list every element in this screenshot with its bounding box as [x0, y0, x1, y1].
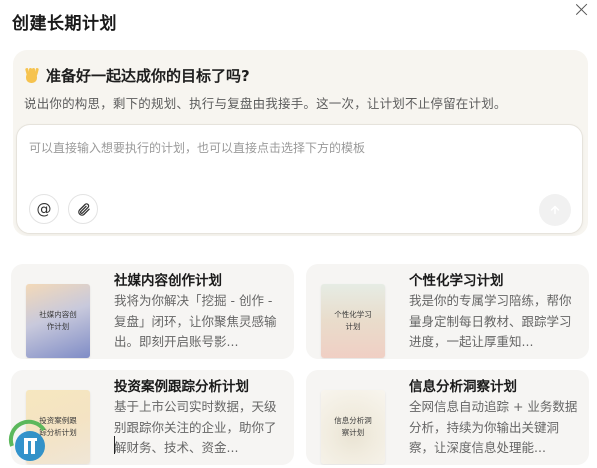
template-card-investment[interactable]: 投资案例跟踪分析计划 投资案例跟踪分析计划 基于上市公司实时数据，天级别跟踪你关…: [11, 370, 294, 465]
template-title: 投资案例跟踪分析计划: [114, 379, 249, 395]
arrow-up-icon: [550, 205, 560, 215]
template-thumbnail: 社媒内容创作计划: [26, 284, 90, 358]
at-sign-icon: @: [36, 200, 52, 218]
template-card-insight[interactable]: 信息分析洞察计划 信息分析洞察计划 全网信息自动追踪 + 业务数据分析，持续为你…: [306, 370, 589, 465]
attach-button[interactable]: [68, 194, 98, 224]
hero-subtitle: 说出你的构思，剩下的规划、执行与复盘由我接手。这一次，让计划不止停留在计划。: [24, 96, 507, 111]
template-thumbnail: 个性化学习计划: [321, 284, 385, 358]
template-title: 个性化学习计划: [409, 273, 504, 289]
mention-button[interactable]: @: [29, 194, 59, 224]
thumbnail-text: 个性化学习计划: [334, 310, 372, 331]
template-description: 我是你的专属学习陪练，帮你量身定制每日教材、跟踪学习进度，一起让厚重知...: [409, 293, 572, 349]
template-description: 基于上市公司实时数据，天级别跟踪你关注的企业，助你了解财务、技术、资金...: [114, 399, 277, 455]
close-icon[interactable]: [573, 1, 591, 19]
template-description: 我将为你解决「挖掘 - 创作 - 复盘」闭环，让你聚焦灵感输出。即刻开启账号影.…: [114, 293, 277, 349]
hero-heading-row: 准备好一起达成你的目标了吗?: [23, 65, 250, 86]
watermark-logo-icon: [8, 419, 46, 461]
dialog-title: 创建长期计划: [12, 14, 117, 34]
template-title: 社媒内容创作计划: [114, 273, 222, 289]
thumbnail-text: 社媒内容创作计划: [39, 310, 77, 331]
template-thumbnail: 信息分析洞察计划: [321, 390, 385, 464]
hero-heading: 准备好一起达成你的目标了吗?: [46, 67, 250, 85]
template-description: 全网信息自动追踪 + 业务数据分析，持续为你输出关键洞察，让深度信息处理能...: [409, 399, 578, 455]
plan-input-placeholder[interactable]: 可以直接输入想要执行的计划，也可以直接点击选择下方的模板: [29, 139, 365, 156]
template-card-learning[interactable]: 个性化学习计划 个性化学习计划 我是你的专属学习陪练，帮你量身定制每日教材、跟踪…: [306, 264, 589, 359]
plan-input-box[interactable]: 可以直接输入想要执行的计划，也可以直接点击选择下方的模板 @: [16, 124, 583, 234]
waving-hand-icon: [23, 67, 40, 84]
template-title: 信息分析洞察计划: [409, 379, 517, 395]
paperclip-icon: [77, 202, 90, 216]
template-card-social-media[interactable]: 社媒内容创作计划 社媒内容创作计划 我将为你解决「挖掘 - 创作 - 复盘」闭环…: [11, 264, 294, 359]
send-button[interactable]: [539, 194, 571, 226]
create-long-term-plan-dialog: 创建长期计划 准备好一起达成你的目标了吗? 说出你的构思，剩下的规划、执行与复盘…: [0, 0, 597, 468]
thumbnail-text: 信息分析洞察计划: [334, 416, 372, 437]
text-cursor: [114, 436, 115, 454]
